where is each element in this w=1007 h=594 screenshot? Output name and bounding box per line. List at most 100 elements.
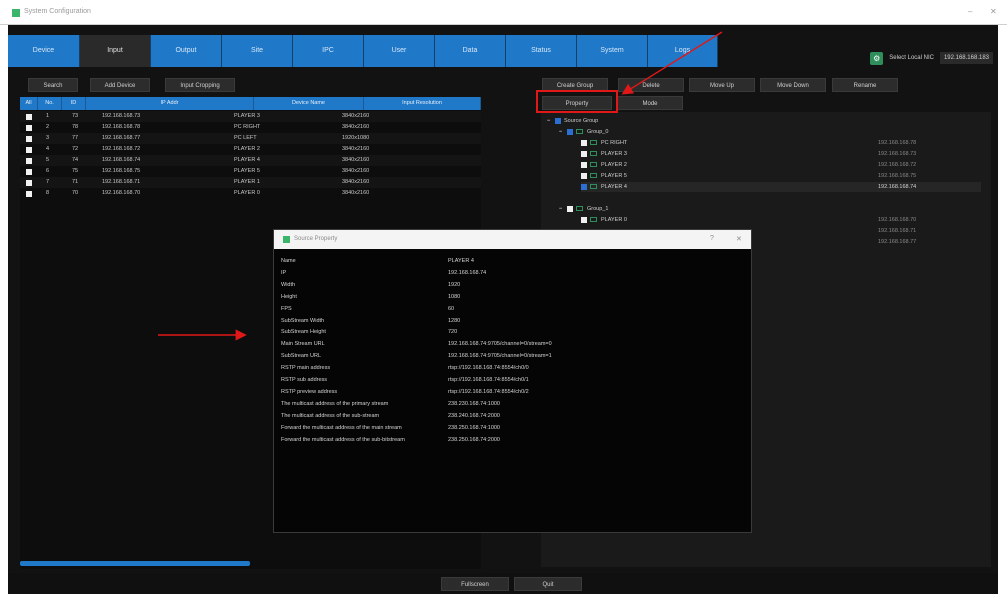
column-input-resolution[interactable]: Input Resolution (364, 97, 481, 110)
collapse-icon[interactable]: − (547, 116, 555, 126)
search-button[interactable]: Search (28, 78, 78, 92)
row-checkbox[interactable] (26, 169, 32, 175)
tree-item[interactable]: PLAYER 2 192.168.168.72 (581, 160, 981, 170)
tree-item-label: PC RIGHT (601, 140, 628, 146)
row-checkbox[interactable] (26, 136, 32, 142)
horizontal-scrollbar[interactable] (20, 561, 250, 566)
cell-no: 3 (46, 135, 50, 141)
tree-item-label: PLAYER 0 (601, 217, 627, 223)
dialog-title: Source Property (294, 236, 338, 242)
cell-ip: 192.168.168.75 (102, 168, 141, 174)
tab-site[interactable]: Site (222, 35, 293, 67)
column-all[interactable]: All (20, 97, 38, 110)
tree-checkbox[interactable] (581, 183, 587, 190)
mode-button[interactable]: Mode (617, 96, 683, 110)
row-checkbox[interactable] (26, 125, 32, 131)
tree-checkbox[interactable] (581, 139, 587, 146)
nic-select[interactable]: 192.168.168.183 (939, 52, 993, 64)
property-value: 192.168.168.74:9705/channel=0/stream=1 (448, 353, 552, 360)
tab-user[interactable]: User (364, 35, 435, 67)
tree-item-ip: 192.168.168.74 (878, 184, 917, 190)
tree-root[interactable]: − Source Group (547, 116, 598, 126)
close-window-button[interactable]: ✕ (990, 7, 997, 16)
dialog-close-button[interactable]: ✕ (736, 235, 742, 243)
tree-item-ip: 192.168.168.78 (878, 140, 917, 146)
table-row[interactable]: 3 77 192.168.168.77 PC LEFT 1920x1080 (20, 133, 481, 144)
input-cropping-button[interactable]: Input Cropping (165, 78, 235, 92)
row-checkbox[interactable] (26, 191, 32, 197)
tab-system[interactable]: System (577, 35, 648, 67)
tree-item-ip: 192.168.168.71 (878, 228, 917, 234)
tree-checkbox[interactable] (581, 161, 587, 168)
cell-id: 78 (72, 124, 79, 130)
tree-item-ip: 192.168.168.72 (878, 162, 917, 168)
dialog-app-icon (283, 236, 290, 243)
row-checkbox[interactable] (26, 180, 32, 186)
source-icon (590, 140, 597, 146)
tree-group-0[interactable]: − Group_0 (559, 127, 608, 137)
cell-no: 5 (46, 157, 50, 163)
cell-ip: 192.168.168.70 (102, 190, 141, 196)
tree-checkbox[interactable] (581, 150, 587, 157)
property-label: SubStream URL (281, 353, 322, 360)
column-device-name[interactable]: Device Name (254, 97, 364, 110)
tab-status[interactable]: Status (506, 35, 577, 67)
cell-id: 77 (72, 135, 79, 141)
move-down-button[interactable]: Move Down (760, 78, 826, 92)
row-checkbox[interactable] (26, 147, 32, 153)
tree-checkbox[interactable] (567, 205, 573, 212)
table-row[interactable]: 2 78 192.168.168.78 PC RIGHT 3840x2160 (20, 122, 481, 133)
tree-item[interactable]: PLAYER 3 192.168.168.73 (581, 149, 981, 159)
property-value: PLAYER 4 (448, 258, 474, 264)
tab-device[interactable]: Device (8, 35, 80, 67)
table-row[interactable]: 1 73 192.168.168.73 PLAYER 3 3840x2160 (20, 111, 481, 122)
tree-item[interactable]: PC RIGHT 192.168.168.78 (581, 138, 981, 148)
collapse-icon[interactable]: − (559, 204, 567, 214)
tree-item[interactable]: PLAYER 5 192.168.168.75 (581, 171, 981, 181)
add-device-button[interactable]: Add Device (90, 78, 150, 92)
tree-item[interactable]: PLAYER 4 192.168.168.74 (581, 182, 981, 192)
tree-item[interactable]: PLAYER 0 192.168.168.70 (581, 215, 981, 225)
property-label: The multicast address of the sub-stream (281, 412, 380, 419)
tab-logs[interactable]: Logs (648, 35, 718, 67)
property-label: RSTP main address (281, 365, 331, 372)
cell-no: 2 (46, 124, 50, 130)
tree-checkbox[interactable] (567, 128, 573, 135)
table-row[interactable]: 4 72 192.168.168.72 PLAYER 2 3840x2160 (20, 144, 481, 155)
column-ip-addr[interactable]: IP Addr (86, 97, 254, 110)
quit-button[interactable]: Quit (514, 577, 582, 591)
column-id[interactable]: ID (62, 97, 86, 110)
table-row[interactable]: 5 74 192.168.168.74 PLAYER 4 3840x2160 (20, 155, 481, 166)
tab-input[interactable]: Input (80, 35, 151, 67)
delete-button[interactable]: Delete (618, 78, 684, 92)
row-checkbox[interactable] (26, 158, 32, 164)
tab-output[interactable]: Output (151, 35, 222, 67)
table-row[interactable]: 6 75 192.168.168.75 PLAYER 5 3840x2160 (20, 166, 481, 177)
table-row[interactable]: 8 70 192.168.168.70 PLAYER 0 3840x2160 (20, 188, 481, 199)
property-label: Height (281, 293, 297, 300)
tree-group-1[interactable]: − Group_1 (559, 204, 608, 214)
tab-ipc[interactable]: IPC (293, 35, 364, 67)
row-checkbox[interactable] (26, 114, 32, 120)
tree-checkbox[interactable] (581, 216, 587, 223)
rename-button[interactable]: Rename (832, 78, 898, 92)
window-titlebar: System Configuration – ✕ (0, 0, 1007, 25)
app-icon (12, 9, 20, 17)
table-row[interactable]: 7 71 192.168.168.71 PLAYER 1 3840x2160 (20, 177, 481, 188)
cell-id: 72 (72, 146, 79, 152)
move-up-button[interactable]: Move Up (689, 78, 755, 92)
tree-checkbox[interactable] (581, 172, 587, 179)
tree-checkbox[interactable] (555, 117, 561, 124)
help-button[interactable]: ? (710, 235, 714, 242)
fullscreen-button[interactable]: Fullscreen (441, 577, 509, 591)
tree-group-label: Group_0 (587, 129, 609, 135)
property-value: 720 (448, 329, 458, 336)
cell-res: 3840x2160 (342, 168, 370, 174)
column-no[interactable]: No. (38, 97, 62, 110)
tab-data[interactable]: Data (435, 35, 506, 67)
cell-res: 3840x2160 (342, 124, 370, 130)
tree-item-label: PLAYER 2 (601, 162, 627, 168)
property-value: 1080 (448, 293, 461, 300)
minimize-button[interactable]: – (968, 7, 972, 16)
collapse-icon[interactable]: − (559, 127, 567, 137)
